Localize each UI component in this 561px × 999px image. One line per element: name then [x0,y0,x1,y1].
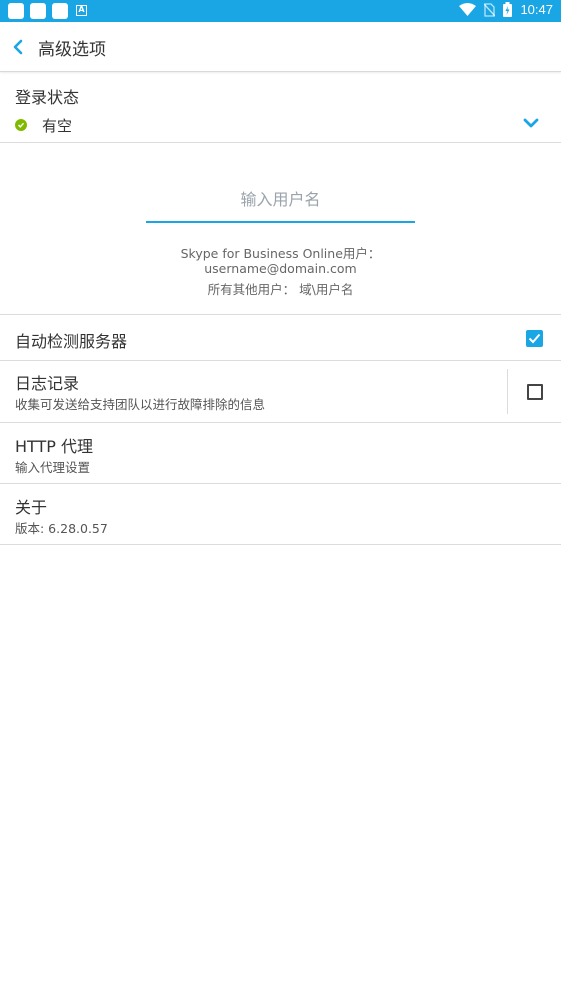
status-bar-system: 10:47 [459,2,553,17]
divider [507,369,508,414]
http-proxy-row[interactable]: HTTP 代理 输入代理设置 [0,423,561,484]
logging-checkbox[interactable] [527,384,543,400]
username-hint-line: username@domain.com [204,261,357,276]
a-notification-icon: A [76,5,87,16]
logging-subtitle: 收集可发送给支持团队以进行故障排除的信息 [15,397,266,412]
notification-icon [8,3,24,19]
login-status-value: 有空 [42,117,73,135]
username-hint-line: 所有其他用户： 域\用户名 [207,282,354,297]
auto-detect-server-row[interactable]: 自动检测服务器 [0,315,561,361]
back-arrow-icon[interactable] [10,37,30,57]
about-row[interactable]: 关于 版本: 6.28.0.57 [0,484,561,545]
available-status-icon [15,119,27,131]
version-text: 版本: 6.28.0.57 [15,521,108,536]
status-bar: A 10:47 [0,0,561,22]
status-bar-notifications: A [8,3,87,19]
login-status-label: 登录状态 [15,88,80,107]
username-input[interactable] [146,177,415,223]
logging-title: 日志记录 [15,374,80,393]
auto-detect-server-label: 自动检测服务器 [15,332,128,351]
logging-row[interactable]: 日志记录 收集可发送给支持团队以进行故障排除的信息 [0,361,561,423]
notification-icon [52,3,68,19]
chevron-down-icon[interactable] [523,117,539,129]
clock: 10:47 [520,2,553,17]
app-bar: 高级选项 [0,22,561,72]
no-sim-icon [484,2,496,17]
checkmark-icon [528,333,541,344]
http-proxy-title: HTTP 代理 [15,437,94,456]
notification-icon [30,3,46,19]
auto-detect-server-checkbox[interactable] [526,330,543,347]
wifi-icon [459,3,477,16]
page-title: 高级选项 [38,40,106,60]
username-hint-line: Skype for Business Online用户： [180,246,381,261]
login-status-selector[interactable]: 登录状态 有空 [0,72,561,143]
about-title: 关于 [15,498,48,517]
username-section: Skype for Business Online用户： username@do… [0,143,561,315]
http-proxy-subtitle: 输入代理设置 [15,460,91,475]
battery-charging-icon [503,2,513,17]
